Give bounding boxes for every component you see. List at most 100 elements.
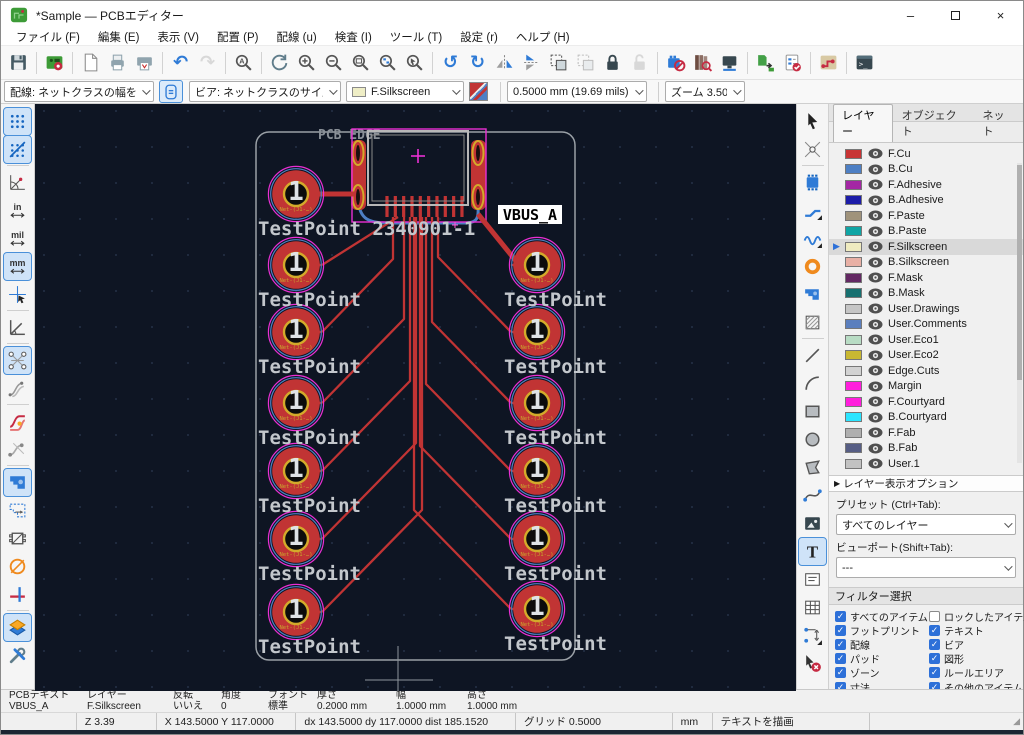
layer-color-swatch[interactable] xyxy=(845,149,862,159)
draw-bezier-button[interactable] xyxy=(799,482,826,509)
route-diff-pairs-button[interactable] xyxy=(799,225,826,252)
silkscreen-text[interactable]: TestPoint xyxy=(258,289,361,311)
units-mils-button[interactable]: mil xyxy=(4,225,31,252)
delete-tool-button[interactable] xyxy=(799,650,826,677)
filter-item[interactable]: ✓配線 xyxy=(835,637,929,651)
layer-row-Margin[interactable]: Margin xyxy=(829,379,1023,395)
menu-i[interactable]: 検査 (I) xyxy=(326,29,381,45)
zoom-objects-button[interactable] xyxy=(374,49,401,76)
layer-color-swatch[interactable] xyxy=(845,397,862,407)
layer-visibility-toggle[interactable] xyxy=(868,350,883,361)
draw-table-button[interactable] xyxy=(799,594,826,621)
layer-color-swatch[interactable] xyxy=(845,304,862,314)
draw-zone-button[interactable] xyxy=(799,281,826,308)
layer-color-swatch[interactable] xyxy=(845,350,862,360)
silkscreen-text[interactable]: TestPoint xyxy=(258,356,361,378)
print-button[interactable] xyxy=(104,49,131,76)
checked-checkbox[interactable]: ✓ xyxy=(929,639,940,650)
tab-ネット[interactable]: ネット xyxy=(974,104,1023,142)
zoom-in-button[interactable] xyxy=(293,49,320,76)
testpoint-pad[interactable]: 1Net-(J1-…) xyxy=(268,237,323,292)
filter-item[interactable]: ✓フットプリント xyxy=(835,623,929,637)
silkscreen-text[interactable]: TestPoint xyxy=(258,495,361,517)
layer-visibility-toggle[interactable] xyxy=(868,241,883,252)
draw-rectangle-button[interactable] xyxy=(799,398,826,425)
checked-checkbox[interactable]: ✓ xyxy=(835,625,846,636)
layer-color-swatch[interactable] xyxy=(845,273,862,283)
zoom-dropdown[interactable]: ズーム 3.50 xyxy=(665,81,745,102)
checked-checkbox[interactable]: ✓ xyxy=(835,611,846,622)
track-width-dropdown[interactable]: 配線: ネットクラスの幅を使用 xyxy=(4,81,154,102)
silkscreen-text[interactable]: TestPoint xyxy=(504,495,607,517)
draw-polygon-button[interactable] xyxy=(799,454,826,481)
layer-color-swatch[interactable] xyxy=(845,195,862,205)
filter-item[interactable]: ✓テキスト xyxy=(929,623,1024,637)
menu-p[interactable]: 配置 (P) xyxy=(208,29,268,45)
testpoint-pad[interactable]: 1Net-(J1-…) xyxy=(268,443,323,498)
layer-color-swatch[interactable] xyxy=(845,242,862,252)
ungroup-button[interactable] xyxy=(572,49,599,76)
update-pcb-button[interactable] xyxy=(752,49,779,76)
layer-color-swatch[interactable] xyxy=(845,443,862,453)
draw-circle-button[interactable] xyxy=(799,426,826,453)
undo-button[interactable]: ↶ xyxy=(167,49,194,76)
layer-visibility-toggle[interactable] xyxy=(868,226,883,237)
scripting-console-button[interactable]: >_ xyxy=(851,49,878,76)
net-names-button[interactable] xyxy=(4,436,31,463)
layer-visibility-toggle[interactable] xyxy=(868,288,883,299)
preset-dropdown[interactable]: すべてのレイヤー xyxy=(836,514,1016,535)
silkscreen-text[interactable]: TestPoint xyxy=(504,563,607,585)
checked-checkbox[interactable]: ✓ xyxy=(835,653,846,664)
draw-textbox-button[interactable] xyxy=(799,566,826,593)
grid-show-button[interactable] xyxy=(4,108,31,135)
layer-visibility-toggle[interactable] xyxy=(868,381,883,392)
group-button[interactable] xyxy=(545,49,572,76)
layer-row-F.Silkscreen[interactable]: ▶F.Silkscreen xyxy=(829,239,1023,255)
resize-grip-icon[interactable]: ◢ xyxy=(1013,716,1020,727)
draw-dimension-button[interactable] xyxy=(799,622,826,649)
pcb-canvas[interactable]: PCB EDGE1Net-(J1-…)1Net-(J1-…)1Net-(J1-…… xyxy=(35,104,796,689)
testpoint-pad[interactable]: 1Net-(J1-…) xyxy=(268,166,323,221)
layer-row-B.Cu[interactable]: B.Cu xyxy=(829,162,1023,178)
board-setup-button[interactable] xyxy=(41,49,68,76)
layer-row-User.1[interactable]: User.1 xyxy=(829,456,1023,472)
filter-item[interactable]: ✓ルールエリア xyxy=(929,666,1024,680)
via-size-dropdown[interactable]: ビア: ネットクラスのサイズを使用 xyxy=(189,81,341,102)
tab-オブジェクト[interactable]: オブジェクト xyxy=(893,104,974,142)
footprint-browser-button[interactable] xyxy=(689,49,716,76)
layer-visibility-toggle[interactable] xyxy=(868,443,883,454)
select-button[interactable] xyxy=(799,108,826,135)
plot-button[interactable] xyxy=(131,49,158,76)
checked-checkbox[interactable]: ✓ xyxy=(929,625,940,636)
silkscreen-text[interactable]: TestPoint xyxy=(504,356,607,378)
layer-row-F.Paste[interactable]: F.Paste xyxy=(829,208,1023,224)
layer-list-scrollbar[interactable] xyxy=(1017,163,1022,463)
layer-row-User.Drawings[interactable]: User.Drawings xyxy=(829,301,1023,317)
layer-visibility-toggle[interactable] xyxy=(868,319,883,330)
menu-f[interactable]: ファイル (F) xyxy=(7,29,89,45)
place-image-button[interactable] xyxy=(799,510,826,537)
sketch-pads-button[interactable] xyxy=(4,553,31,580)
layer-color-swatch[interactable] xyxy=(845,180,862,190)
menu-t[interactable]: ツール (T) xyxy=(381,29,451,45)
sketch-footprints-button[interactable] xyxy=(4,525,31,552)
layer-visibility-toggle[interactable] xyxy=(868,272,883,283)
redo-button[interactable]: ↷ xyxy=(194,49,221,76)
high-contrast-button[interactable] xyxy=(4,614,31,641)
polar-coords-button[interactable] xyxy=(4,169,31,196)
layer-color-swatch[interactable] xyxy=(845,164,862,174)
maximize-button[interactable] xyxy=(933,1,978,29)
filter-item[interactable]: ✓パッド xyxy=(835,652,929,666)
layer-visibility-toggle[interactable] xyxy=(868,179,883,190)
layer-visibility-toggle[interactable] xyxy=(868,365,883,376)
layer-row-B.Courtyard[interactable]: B.Courtyard xyxy=(829,410,1023,426)
layer-row-B.Mask[interactable]: B.Mask xyxy=(829,286,1023,302)
menu-r[interactable]: 設定 (r) xyxy=(451,29,507,45)
zoom-fit-button[interactable] xyxy=(347,49,374,76)
testpoint-pad[interactable]: 1Net-(J1-…) xyxy=(268,511,323,566)
active-layer-dropdown[interactable]: F.Silkscreen xyxy=(346,81,464,102)
testpoint-pad[interactable]: 1Net-(J1-…) xyxy=(509,581,564,636)
refresh-button[interactable] xyxy=(266,49,293,76)
footprint-editor-button[interactable] xyxy=(662,49,689,76)
sketch-tracks-button[interactable] xyxy=(4,581,31,608)
